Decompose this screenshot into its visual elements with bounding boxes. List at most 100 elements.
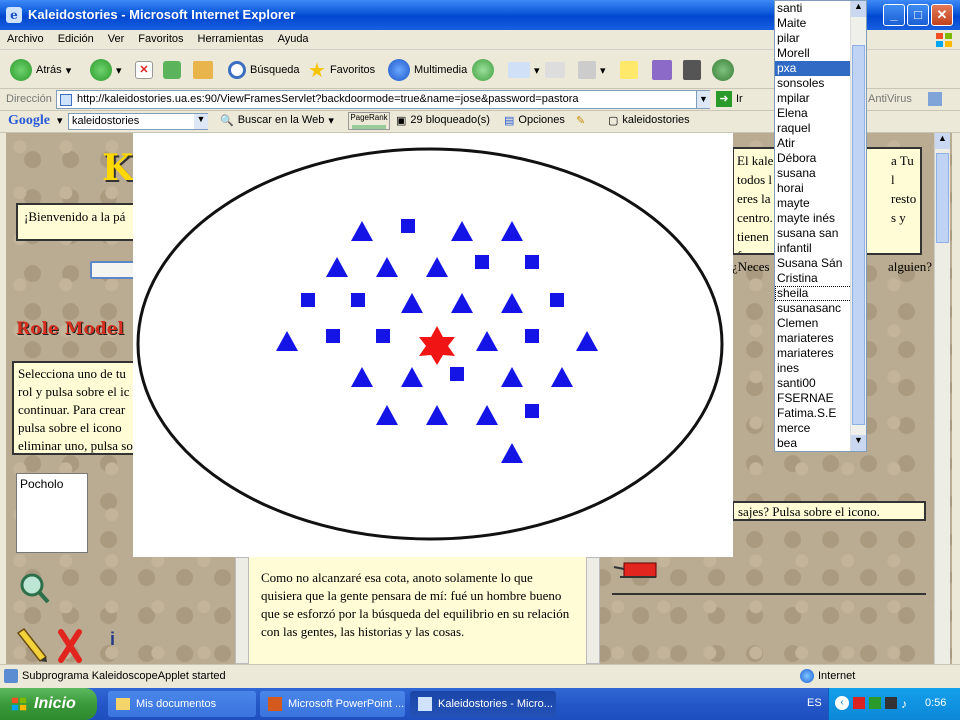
info-icon[interactable]: i	[110, 629, 115, 650]
media-icon	[388, 59, 410, 81]
square-shape[interactable]	[525, 255, 539, 269]
antivirus-icon[interactable]	[928, 92, 942, 106]
volume-icon[interactable]: ♪	[901, 697, 913, 711]
research-icon	[652, 60, 672, 80]
user-list-scrollbar[interactable]: ▲ ▼	[850, 1, 866, 451]
window-title: Kaleidostories - Microsoft Internet Expl…	[28, 7, 296, 22]
menu-archivo[interactable]: Archivo	[0, 30, 51, 48]
menu-ayuda[interactable]: Ayuda	[271, 30, 316, 48]
show-hidden-icons[interactable]: ‹	[835, 696, 849, 710]
media-button[interactable]: Multimedia	[388, 57, 467, 83]
scroll-up-arrow[interactable]: ▲	[935, 133, 950, 149]
welcome-box: ¡Bienvenido a la pá	[16, 203, 146, 241]
task-my-documents[interactable]: Mis documentos	[108, 691, 256, 717]
site-search-button[interactable]: ▢ kaleidostories	[608, 114, 690, 127]
close-button[interactable]: ✕	[931, 4, 953, 26]
home-button[interactable]	[193, 57, 213, 83]
left-scrollbar[interactable]	[235, 557, 249, 664]
square-shape[interactable]	[326, 329, 340, 343]
internet-explorer-icon: e	[6, 7, 22, 23]
delete-x-icon[interactable]	[58, 629, 82, 663]
options-button[interactable]: ▤ Opciones	[504, 114, 565, 127]
windows-flag-icon	[11, 697, 27, 711]
messenger-button[interactable]	[652, 57, 672, 83]
list-scroll-down[interactable]: ▼	[851, 435, 866, 451]
square-shape[interactable]	[525, 329, 539, 343]
page-status-icon	[4, 669, 18, 683]
square-shape[interactable]	[401, 219, 415, 233]
taskbar: Inicio Mis documentos Microsoft PowerPoi…	[0, 688, 960, 720]
history-button[interactable]	[472, 57, 494, 83]
square-shape[interactable]	[301, 293, 315, 307]
list-scroll-thumb[interactable]	[852, 45, 865, 425]
mailbox-icon[interactable]	[612, 553, 662, 587]
go-button[interactable]: ➜ Ir	[716, 91, 743, 107]
square-shape[interactable]	[550, 293, 564, 307]
favorites-button[interactable]: ★ Favoritos	[308, 57, 375, 83]
pencil-icon[interactable]	[14, 627, 48, 663]
highlighter-icon[interactable]: ✎	[576, 114, 585, 127]
edit-button[interactable]: ▾	[578, 57, 606, 83]
antivirus-tray-icon[interactable]	[853, 697, 865, 709]
edit-icon	[578, 61, 596, 79]
square-shape[interactable]	[450, 367, 464, 381]
forward-button[interactable]: ▾	[90, 57, 122, 83]
page-icon	[60, 94, 72, 106]
menu-edicion[interactable]: Edición	[51, 30, 101, 48]
kaleidoscope-canvas[interactable]	[133, 133, 733, 557]
stop-button[interactable]: ✕	[135, 57, 153, 83]
contacts-button[interactable]	[712, 57, 734, 83]
search-button[interactable]: Búsqueda	[228, 57, 300, 83]
back-button[interactable]: Atrás ▾	[10, 57, 71, 83]
print-button[interactable]	[545, 57, 565, 83]
user-list[interactable]: santi Maite pilar Morell pxa sonsoles mpilar El…	[774, 0, 867, 452]
minimize-button[interactable]: _	[883, 4, 905, 26]
menu-herramientas[interactable]: Herramientas	[191, 30, 271, 48]
list-scroll-up[interactable]: ▲	[851, 1, 866, 17]
task-kaleidostories[interactable]: Kaleidostories - Micro...	[410, 691, 556, 717]
popup-blocker-button[interactable]: ▣ 29 bloqueado(s)	[396, 114, 490, 127]
star-icon: ★	[308, 59, 326, 82]
story-scrollbar[interactable]	[586, 557, 600, 664]
zone-text: Internet	[818, 670, 856, 682]
google-dropdown-arrow[interactable]: ▼	[194, 114, 208, 129]
story-text: Como no alcanzaré esa cota, anoto solame…	[261, 570, 570, 639]
google-search-input[interactable]: kaleidostories	[68, 113, 208, 130]
search-web-button[interactable]: 🔍 Buscar en la Web ▾	[220, 114, 334, 127]
toolbar-extra-button[interactable]	[683, 57, 701, 83]
refresh-button[interactable]	[163, 57, 181, 83]
address-dropdown-arrow[interactable]: ▼	[696, 91, 710, 108]
task-powerpoint[interactable]: Microsoft PowerPoint ...	[260, 691, 405, 717]
square-shape[interactable]	[475, 255, 489, 269]
menu-ver[interactable]: Ver	[101, 30, 132, 48]
google-logo[interactable]: Google	[8, 113, 50, 129]
menu-favoritos[interactable]: Favoritos	[131, 30, 190, 48]
address-input[interactable]: http://kaleidostories.ua.es:90/ViewFrame…	[56, 90, 710, 109]
square-shape[interactable]	[525, 404, 539, 418]
kaleidoscope-applet[interactable]	[133, 133, 733, 557]
mail-icon	[508, 62, 530, 78]
role-models-heading: Role Model	[16, 319, 124, 339]
scroll-thumb[interactable]	[936, 153, 949, 243]
maximize-button[interactable]: □	[907, 4, 929, 26]
square-shape[interactable]	[351, 293, 365, 307]
story-frame: Como no alcanzaré esa cota, anoto solame…	[236, 557, 596, 664]
mail-button[interactable]: ▾	[508, 57, 540, 83]
language-indicator[interactable]: ES	[807, 697, 822, 709]
magnifier-icon[interactable]	[18, 571, 50, 605]
page-scrollbar[interactable]: ▲	[934, 133, 950, 664]
popup-blocked-icon: ▣	[396, 115, 407, 127]
role-model-list[interactable]: Pocholo	[16, 473, 88, 553]
google-options-icon: ▤	[504, 115, 515, 127]
clock[interactable]: 0:56	[925, 697, 946, 709]
notes-button[interactable]	[620, 57, 638, 83]
square-shape[interactable]	[376, 329, 390, 343]
tray-app-icon[interactable]	[885, 697, 897, 709]
start-button[interactable]: Inicio	[0, 688, 97, 720]
go-arrow-icon: ➜	[716, 91, 732, 107]
binoculars-icon: 🔍	[220, 115, 234, 127]
instructions-box: Selecciona uno de tu rol y pulsa sobre e…	[12, 361, 140, 455]
network-tray-icon[interactable]	[869, 697, 881, 709]
list-item[interactable]: Pocholo	[20, 477, 63, 491]
page-button[interactable]	[90, 261, 138, 279]
